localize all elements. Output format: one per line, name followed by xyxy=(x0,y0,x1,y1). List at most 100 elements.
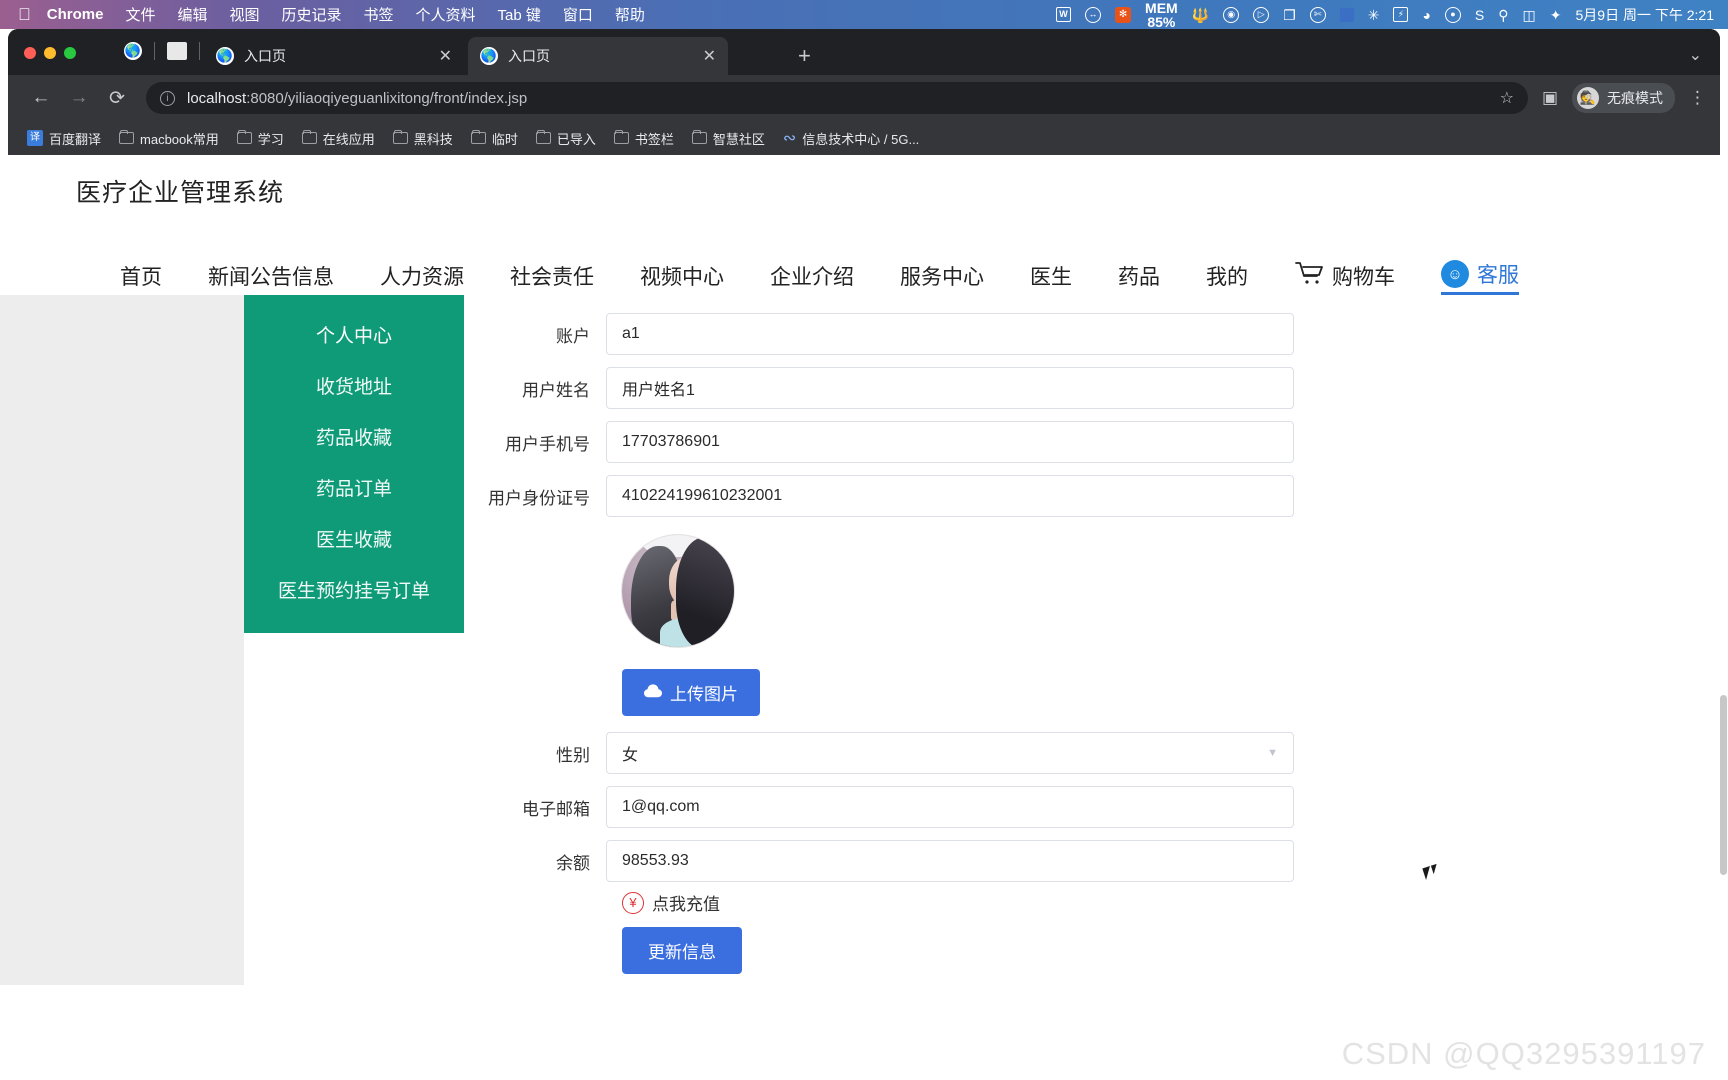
incognito-profile-chip[interactable]: 🕵 无痕模式 xyxy=(1572,83,1675,113)
menu-item-view[interactable]: 视图 xyxy=(229,4,259,25)
blue-square-icon[interactable] xyxy=(1339,7,1354,22)
minimize-window-button[interactable] xyxy=(44,47,56,59)
form-row-balance: 余额 98553.93 xyxy=(474,840,1294,882)
menu-bar-clock[interactable]: 5月9日 周一 下午 2:21 xyxy=(1576,5,1715,25)
display-icon[interactable]: ◫ xyxy=(1523,8,1536,22)
address-bar[interactable]: i localhost:8080/yiliaoqiyeguanlixitong/… xyxy=(146,82,1528,114)
bookmark-item-temp[interactable]: 临时 xyxy=(464,125,525,152)
arrows-lr-icon[interactable]: ↔ xyxy=(1085,6,1102,23)
window-traffic-lights[interactable] xyxy=(24,47,76,59)
bookmark-item-study[interactable]: 学习 xyxy=(230,125,291,152)
balance-input[interactable]: 98553.93 xyxy=(606,840,1294,882)
tab-close-icon[interactable]: ✕ xyxy=(703,46,716,66)
nav-item-doctors[interactable]: 医生 xyxy=(1030,261,1072,295)
bookmark-item-baidu-translate[interactable]: 译 百度翻译 xyxy=(20,125,108,152)
browser-tab-1[interactable]: 🌎 入口页 ✕ xyxy=(204,37,464,75)
orange-app-icon[interactable]: ✻ xyxy=(1115,6,1132,23)
bluetooth-icon[interactable]: ✳ xyxy=(1368,8,1380,22)
bookmark-item-it-center[interactable]: ∾ 信息技术中心 / 5G... xyxy=(776,124,926,152)
bookmark-item-blacktech[interactable]: 黑科技 xyxy=(386,125,460,152)
bookmark-item-online-apps[interactable]: 在线应用 xyxy=(295,125,382,152)
folder-icon xyxy=(691,129,707,144)
bookmark-item-macbook[interactable]: macbook常用 xyxy=(112,125,226,152)
account-input[interactable]: a1 xyxy=(606,313,1294,355)
sidebar-item-doctor-appointments[interactable]: 医生预约挂号订单 xyxy=(244,564,464,615)
sidebar-item-doctor-favorites[interactable]: 医生收藏 xyxy=(244,513,464,564)
avatar[interactable] xyxy=(622,535,734,647)
email-input[interactable]: 1@qq.com xyxy=(606,786,1294,828)
scissors-icon[interactable]: ✄ xyxy=(1309,6,1326,23)
sidebar-item-medicine-favorites[interactable]: 药品收藏 xyxy=(244,411,464,462)
menu-item-profile[interactable]: 个人资料 xyxy=(416,4,476,25)
apple-logo-icon[interactable]:  xyxy=(18,6,31,23)
record-circle-icon[interactable]: ◉ xyxy=(1223,6,1240,23)
windows-stack-icon[interactable]: ❐ xyxy=(1283,8,1296,22)
bookmark-item-imported[interactable]: 已导入 xyxy=(529,125,603,152)
nav-item-service-center[interactable]: 服务中心 xyxy=(900,261,984,295)
sidebar-item-personal-center[interactable]: 个人中心 xyxy=(244,309,464,360)
gender-select[interactable]: 女 ▼ xyxy=(606,732,1294,774)
site-info-icon[interactable]: i xyxy=(160,90,175,106)
nav-cart-label: 购物车 xyxy=(1332,266,1395,289)
menu-item-tab[interactable]: Tab 键 xyxy=(498,4,541,25)
new-tab-button[interactable]: + xyxy=(798,45,811,67)
phone-input[interactable]: 17703786901 xyxy=(606,421,1294,463)
bookmark-label: 黑科技 xyxy=(413,131,453,147)
nav-item-company-intro[interactable]: 企业介绍 xyxy=(770,261,854,295)
reload-button[interactable]: ⟳ xyxy=(98,87,136,110)
nav-item-customer-service[interactable]: ☺ 客服 xyxy=(1441,259,1519,295)
web-page: 医疗企业管理系统 首页 新闻公告信息 人力资源 社会责任 视频中心 企业介绍 服… xyxy=(0,155,1728,1080)
upload-image-button[interactable]: 上传图片 xyxy=(622,669,760,716)
siri-icon[interactable]: ✦ xyxy=(1550,8,1562,22)
play-circle-icon[interactable]: ▷ xyxy=(1253,6,1270,23)
tab-preview-thumbnail[interactable] xyxy=(167,42,187,60)
battery-icon[interactable]: ⚡ xyxy=(1393,7,1409,22)
side-panel-icon[interactable]: ▣ xyxy=(1542,88,1558,108)
bell-icon[interactable]: 🔱 xyxy=(1192,8,1209,22)
incognito-label: 无痕模式 xyxy=(1607,90,1663,106)
avatar-container xyxy=(474,535,1294,647)
menu-item-file[interactable]: 文件 xyxy=(125,4,155,25)
nav-item-hr[interactable]: 人力资源 xyxy=(380,261,464,295)
back-button[interactable]: ← xyxy=(22,87,60,109)
nav-item-mine[interactable]: 我的 xyxy=(1206,261,1248,295)
tab-search-chevron-down-icon[interactable]: ⌄ xyxy=(1689,45,1702,65)
menu-item-help[interactable]: 帮助 xyxy=(615,4,645,25)
wifi-icon[interactable]: ◕ xyxy=(1422,8,1430,22)
nav-item-home[interactable]: 首页 xyxy=(120,261,162,295)
tab-close-icon[interactable]: ✕ xyxy=(439,46,452,66)
sidebar-item-medicine-orders[interactable]: 药品订单 xyxy=(244,462,464,513)
scrollbar-thumb[interactable] xyxy=(1720,695,1727,875)
menu-item-bookmarks[interactable]: 书签 xyxy=(364,4,394,25)
username-input[interactable]: 用户姓名1 xyxy=(606,367,1294,409)
nav-item-cart[interactable]: 购物车 xyxy=(1294,261,1395,295)
bookmark-item-bookmarkbar[interactable]: 书签栏 xyxy=(607,125,681,152)
bookmark-item-smart-community[interactable]: 智慧社区 xyxy=(685,125,772,152)
nav-item-social-responsibility[interactable]: 社会责任 xyxy=(510,261,594,295)
control-center-icon[interactable]: ● xyxy=(1444,6,1461,23)
recharge-link[interactable]: ¥ 点我充值 xyxy=(474,890,1294,915)
nav-item-news[interactable]: 新闻公告信息 xyxy=(208,261,334,295)
maximize-window-button[interactable] xyxy=(64,47,76,59)
sogou-input-icon[interactable]: S xyxy=(1475,8,1484,22)
browser-tab-2-active[interactable]: 🌎 入口页 ✕ xyxy=(468,37,728,75)
chrome-menu-icon[interactable]: ⋮ xyxy=(1689,88,1706,108)
menu-item-chrome[interactable]: Chrome xyxy=(47,6,104,23)
close-window-button[interactable] xyxy=(24,47,36,59)
menu-item-edit[interactable]: 编辑 xyxy=(177,4,207,25)
field-label-balance: 余额 xyxy=(556,853,590,873)
id-number-input[interactable]: 410224199610232001 xyxy=(606,475,1294,517)
sidebar-item-shipping-address[interactable]: 收货地址 xyxy=(244,360,464,411)
update-info-button[interactable]: 更新信息 xyxy=(622,927,742,974)
spotlight-search-icon[interactable]: ⚲ xyxy=(1498,8,1508,22)
page-scrollbar[interactable] xyxy=(1719,295,1728,985)
nav-item-video-center[interactable]: 视频中心 xyxy=(640,261,724,295)
bookmark-star-icon[interactable]: ☆ xyxy=(1500,88,1514,108)
form-row-phone: 用户手机号 17703786901 xyxy=(474,421,1294,463)
forward-button[interactable]: → xyxy=(60,87,98,109)
memory-monitor-icon[interactable]: MEM 85% xyxy=(1145,1,1178,29)
wechat-work-icon[interactable]: W xyxy=(1056,7,1072,22)
nav-item-medicine[interactable]: 药品 xyxy=(1118,261,1160,295)
menu-item-history[interactable]: 历史记录 xyxy=(281,4,341,25)
menu-item-window[interactable]: 窗口 xyxy=(563,4,593,25)
